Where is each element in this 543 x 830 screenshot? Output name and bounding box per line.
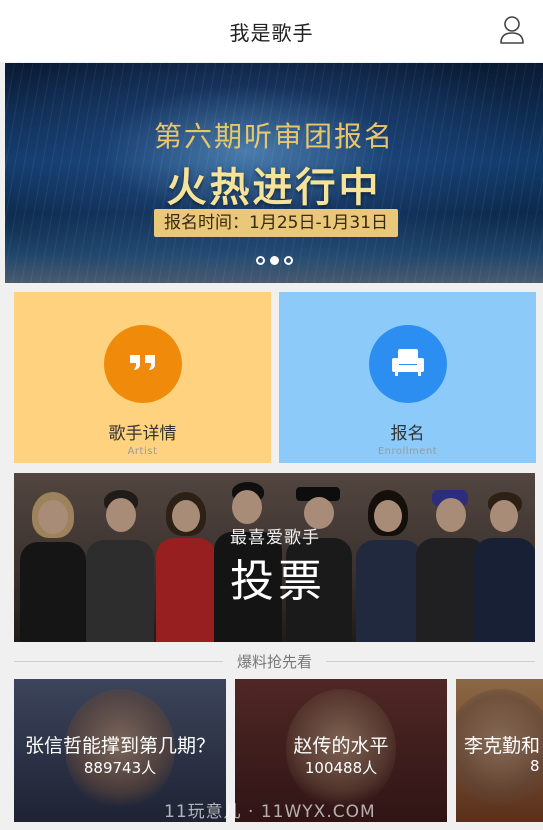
- news-card-count: 889743人: [83, 759, 157, 777]
- news-card-count: 8: [530, 757, 540, 775]
- enroll-card-title: 报名: [390, 424, 425, 444]
- news-card[interactable]: 李克勤和 8: [456, 679, 543, 822]
- vote-banner[interactable]: 最喜爱歌手 投票: [14, 473, 535, 642]
- section-header: 爆料抢先看: [14, 650, 536, 672]
- news-card-title: 李克勤和: [464, 735, 541, 757]
- enroll-card-subtitle: Enrollment: [377, 446, 438, 457]
- section-title: 爆料抢先看: [237, 652, 313, 671]
- news-card-title: 张信哲能撑到第几期？: [24, 735, 215, 757]
- watermark: 11玩意儿 · 11WYX.COM: [164, 802, 376, 822]
- divider-line: [14, 660, 223, 662]
- carousel-indicator[interactable]: [5, 256, 543, 265]
- carousel-dot[interactable]: [283, 256, 293, 265]
- divider-line: [326, 660, 536, 662]
- user-profile-icon[interactable]: [499, 14, 525, 46]
- artist-details-card[interactable]: 歌手详情 Artist: [14, 292, 271, 463]
- artist-card-subtitle: Artist: [127, 446, 158, 457]
- carousel-dot[interactable]: [255, 256, 265, 265]
- banner-headline: 火热进行中: [166, 165, 382, 211]
- page-title: 我是歌手: [229, 20, 314, 45]
- artist-card-icon-circle: [103, 325, 182, 403]
- quote-icon: [128, 352, 158, 376]
- news-card-title: 赵传的水平: [293, 735, 389, 757]
- banner-heading: 第六期听审团报名: [153, 120, 394, 153]
- banner-date-badge: 报名时间：1月25日-1月31日: [154, 209, 399, 237]
- artist-card-title: 歌手详情: [108, 424, 177, 444]
- promo-banner[interactable]: 第六期听审团报名 火热进行中 报名时间：1月25日-1月31日: [5, 63, 543, 283]
- carousel-dot-active[interactable]: [269, 256, 279, 265]
- news-card-count: 100488人: [304, 759, 378, 777]
- armchair-icon: [389, 346, 427, 382]
- top-bar: 我是歌手: [0, 0, 543, 62]
- vote-banner-title: 投票: [230, 556, 326, 607]
- enrollment-card[interactable]: 报名 Enrollment: [279, 292, 536, 463]
- enroll-card-icon-circle: [368, 325, 447, 403]
